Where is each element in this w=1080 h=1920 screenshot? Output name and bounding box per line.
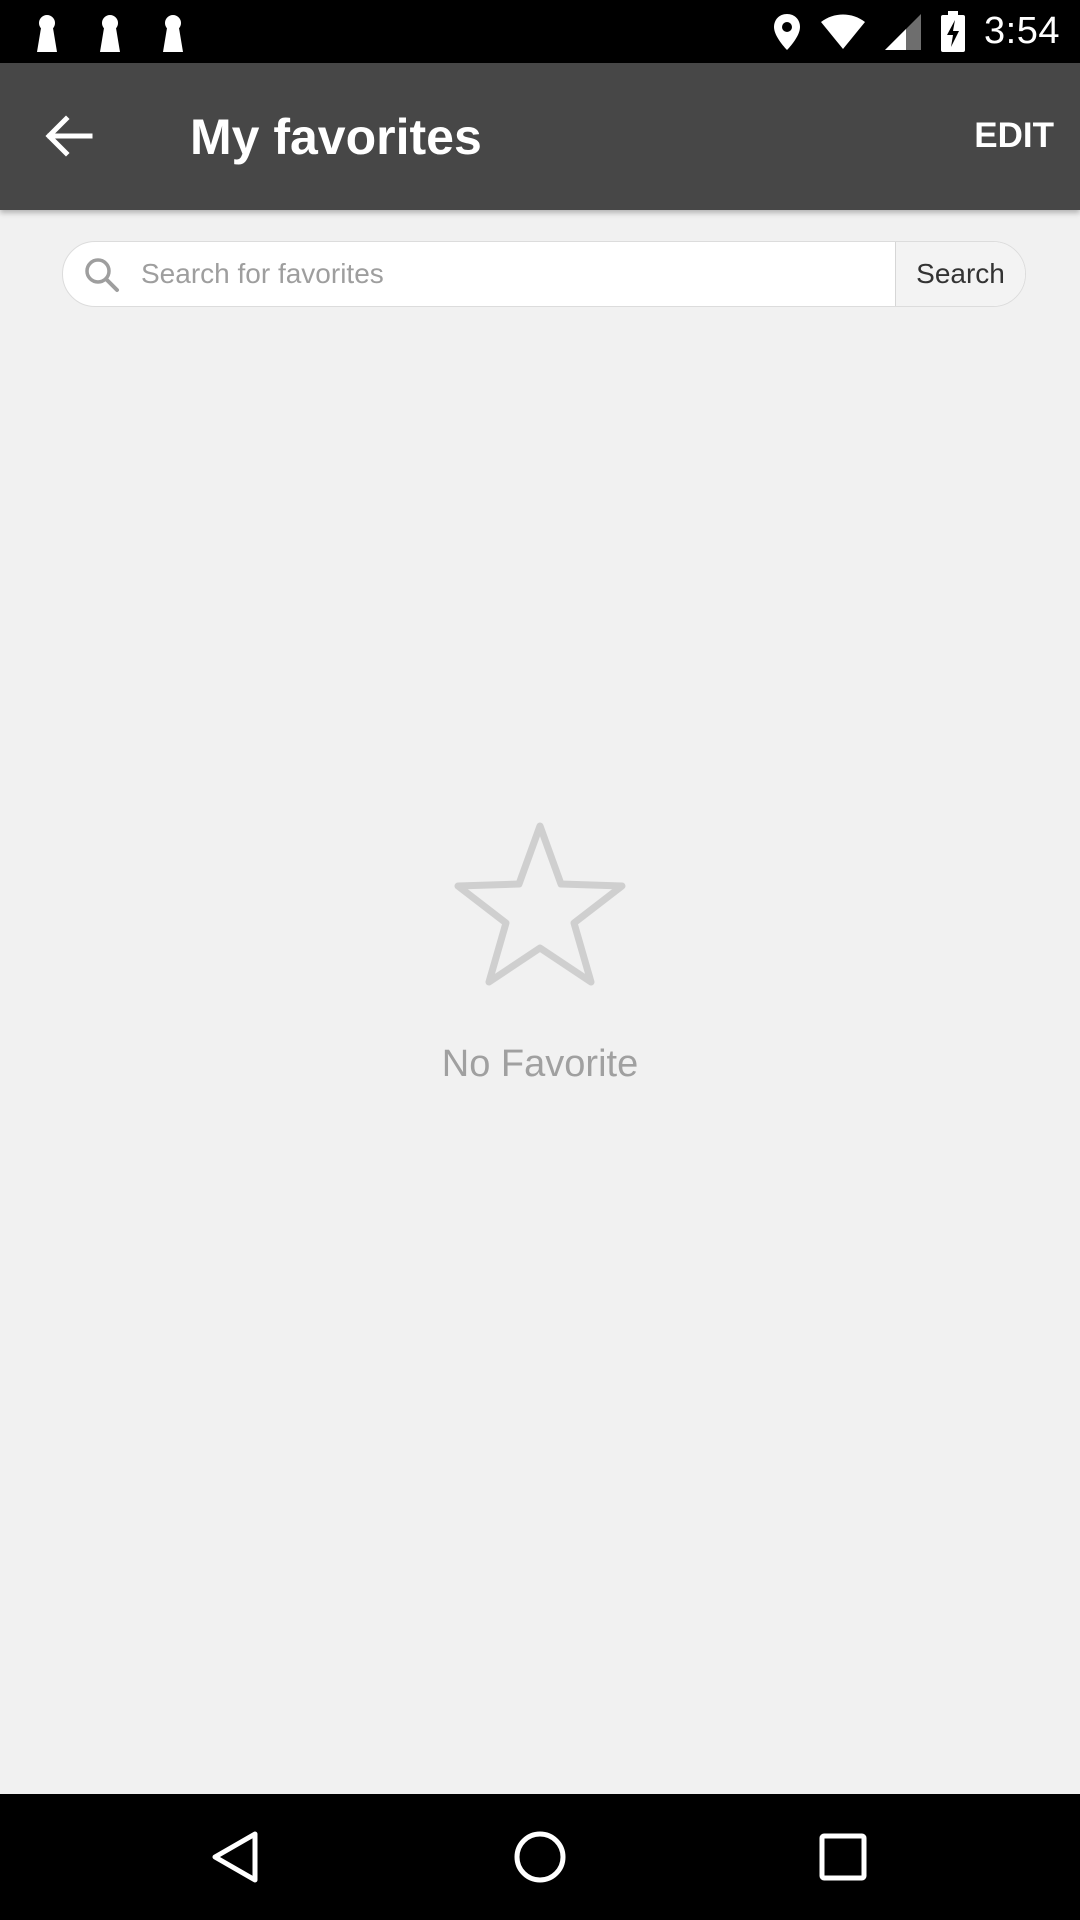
search-input[interactable] (129, 242, 949, 306)
status-bar: 3:54 (0, 0, 1080, 63)
search-bar: Search (62, 241, 1026, 307)
arrow-left-icon (45, 115, 93, 157)
edit-button[interactable]: EDIT (974, 113, 1054, 159)
home-circle-icon (514, 1831, 566, 1883)
keyhole-icon (37, 15, 57, 52)
search-icon (85, 258, 119, 292)
empty-state-message: No Favorite (441, 1043, 639, 1085)
recents-square-icon (819, 1833, 867, 1881)
location-icon (772, 12, 802, 52)
back-button[interactable] (36, 103, 102, 169)
page-title: My favorites (190, 109, 482, 165)
status-time: 3:54 (984, 10, 1060, 52)
nav-home-button[interactable] (505, 1822, 575, 1892)
cellular-signal-icon (884, 13, 922, 51)
app-bar: My favorites EDIT (0, 63, 1080, 210)
nav-back-button[interactable] (200, 1822, 270, 1892)
star-outline-icon (454, 822, 626, 986)
nav-recents-button[interactable] (808, 1822, 878, 1892)
wifi-icon (820, 14, 866, 50)
keyhole-icon (100, 15, 120, 52)
keyhole-icon (163, 15, 183, 52)
back-triangle-icon (212, 1831, 258, 1883)
search-button[interactable]: Search (895, 242, 1025, 306)
navigation-bar (0, 1794, 1080, 1920)
battery-charging-icon (940, 10, 966, 53)
